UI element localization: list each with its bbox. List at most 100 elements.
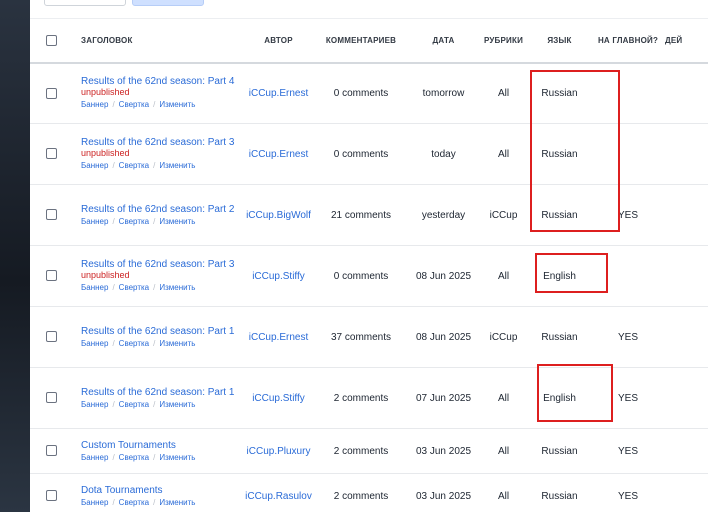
banner-link[interactable]: Баннер <box>81 283 108 292</box>
author-cell: iCCup.Ernest <box>241 124 316 185</box>
header-on-main[interactable]: НА ГЛАВНОЙ? <box>593 18 663 64</box>
edit-link[interactable]: Изменить <box>159 161 195 170</box>
actions-cell <box>663 429 708 474</box>
filter-select[interactable] <box>44 0 126 6</box>
table-row: Dota Tournaments Баннер / Свертка / Изменить i… <box>30 474 708 512</box>
apply-button[interactable] <box>132 0 204 6</box>
author-cell: iCCup.Ernest <box>241 63 316 124</box>
row-actions: Баннер / Свертка / Изменить <box>81 99 241 110</box>
actions-cell <box>663 368 708 429</box>
row-checkbox-cell[interactable] <box>30 307 72 368</box>
header-comments[interactable]: КОММЕНТАРИЕВ <box>316 18 406 64</box>
on-main-flag: YES <box>617 445 638 457</box>
collapse-link[interactable]: Свертка <box>119 498 149 507</box>
on-main-flag <box>593 63 663 124</box>
post-title-link[interactable]: Dota Tournaments <box>81 485 236 496</box>
language: Russian <box>541 490 578 502</box>
banner-link[interactable]: Баннер <box>81 161 108 170</box>
comments-count: 2 comments <box>333 490 389 502</box>
comments-count: 37 comments <box>330 331 392 343</box>
edit-link[interactable]: Изменить <box>159 217 195 226</box>
collapse-link[interactable]: Свертка <box>119 400 149 409</box>
collapse-link[interactable]: Свертка <box>119 100 149 109</box>
header-language[interactable]: ЯЗЫК <box>526 18 593 64</box>
row-checkbox[interactable] <box>45 392 57 404</box>
row-checkbox[interactable] <box>45 270 57 282</box>
post-title-link[interactable]: Results of the 62nd season: Part 2 <box>81 204 236 215</box>
edit-link[interactable]: Изменить <box>159 283 195 292</box>
edit-link[interactable]: Изменить <box>159 339 195 348</box>
author-cell: iCCup.BigWolf <box>241 185 316 246</box>
header-date[interactable]: ДАТА <box>406 18 481 64</box>
author-link[interactable]: iCCup.Ernest <box>249 88 308 99</box>
comments-count: 0 comments <box>333 270 389 282</box>
title-cell: Results of the 62nd season: Part 2 Баннер… <box>72 185 241 246</box>
author-link[interactable]: iCCup.Stiffy <box>252 271 305 282</box>
post-title-link[interactable]: Results of the 62nd season: Part 1 <box>81 387 236 398</box>
title-cell: Custom Tournaments Баннер / Свертка / Изменит… <box>72 429 241 474</box>
edit-link[interactable]: Изменить <box>159 453 195 462</box>
row-checkbox-cell[interactable] <box>30 246 72 307</box>
rubric: All <box>497 392 510 404</box>
actions-cell <box>663 63 708 124</box>
collapse-link[interactable]: Свертка <box>119 217 149 226</box>
row-checkbox[interactable] <box>45 490 57 502</box>
collapse-link[interactable]: Свертка <box>119 283 149 292</box>
row-checkbox[interactable] <box>45 331 57 343</box>
title-cell: Dota Tournaments Баннер / Свертка / Изменить <box>72 474 241 512</box>
row-checkbox[interactable] <box>45 148 57 160</box>
post-title-link[interactable]: Results of the 62nd season: Part 4 <box>81 76 236 87</box>
post-date: tomorrow <box>422 87 465 99</box>
collapse-link[interactable]: Свертка <box>119 453 149 462</box>
banner-link[interactable]: Баннер <box>81 100 108 109</box>
action-separator: / <box>112 216 115 226</box>
row-checkbox[interactable] <box>45 209 57 221</box>
unpublished-badge: unpublished <box>81 270 130 280</box>
banner-link[interactable]: Баннер <box>81 217 108 226</box>
row-checkbox-cell[interactable] <box>30 185 72 246</box>
author-link[interactable]: iCCup.Stiffy <box>252 393 305 404</box>
post-title-link[interactable]: Results of the 62nd season: Part 3 <box>81 137 236 148</box>
row-checkbox-cell[interactable] <box>30 429 72 474</box>
header-select-all[interactable] <box>30 18 72 64</box>
select-all-checkbox[interactable] <box>45 34 57 46</box>
row-actions: Баннер / Свертка / Изменить <box>81 216 241 227</box>
post-title-link[interactable]: Custom Tournaments <box>81 440 236 451</box>
author-link[interactable]: iCCup.Rasulov <box>245 491 312 502</box>
post-title-link[interactable]: Results of the 62nd season: Part 3 <box>81 259 236 270</box>
author-link[interactable]: iCCup.Ernest <box>249 332 308 343</box>
post-date: 03 Jun 2025 <box>415 490 472 502</box>
edit-link[interactable]: Изменить <box>159 498 195 507</box>
edit-link[interactable]: Изменить <box>159 400 195 409</box>
content-panel: ЗАГОЛОВОК АВТОР КОММЕНТАРИЕВ ДАТА РУБРИК… <box>30 0 708 512</box>
header-title[interactable]: ЗАГОЛОВОК <box>72 18 241 64</box>
collapse-link[interactable]: Свертка <box>119 161 149 170</box>
table-row: Custom Tournaments Баннер / Свертка / Изменит… <box>30 429 708 474</box>
row-checkbox-cell[interactable] <box>30 474 72 512</box>
action-separator: / <box>153 283 156 292</box>
collapse-link[interactable]: Свертка <box>119 339 149 348</box>
header-rubrics[interactable]: РУБРИКИ <box>481 18 526 64</box>
author-link[interactable]: iCCup.Ernest <box>249 149 308 160</box>
edit-link[interactable]: Изменить <box>159 100 195 109</box>
author-link[interactable]: iCCup.BigWolf <box>246 210 311 221</box>
row-checkbox-cell[interactable] <box>30 63 72 124</box>
banner-link[interactable]: Баннер <box>81 400 108 409</box>
title-cell: Results of the 62nd season: Part 4 unpubl… <box>72 63 241 124</box>
row-checkbox-cell[interactable] <box>30 368 72 429</box>
banner-link[interactable]: Баннер <box>81 498 108 507</box>
header-actions: ДЕЙ <box>663 18 708 64</box>
banner-link[interactable]: Баннер <box>81 339 108 348</box>
post-title-link[interactable]: Results of the 62nd season: Part 1 <box>81 326 236 337</box>
row-checkbox[interactable] <box>45 445 57 457</box>
on-main-flag: YES <box>617 209 638 221</box>
table-row: Results of the 62nd season: Part 1 Баннер… <box>30 368 708 429</box>
rubric: All <box>497 445 510 457</box>
row-checkbox-cell[interactable] <box>30 124 72 185</box>
row-actions: Баннер / Свертка / Изменить <box>81 399 241 410</box>
author-link[interactable]: iCCup.Pluxury <box>247 446 311 457</box>
header-author[interactable]: АВТОР <box>241 18 316 64</box>
banner-link[interactable]: Баннер <box>81 453 108 462</box>
row-checkbox[interactable] <box>45 87 57 99</box>
actions-cell <box>663 307 708 368</box>
